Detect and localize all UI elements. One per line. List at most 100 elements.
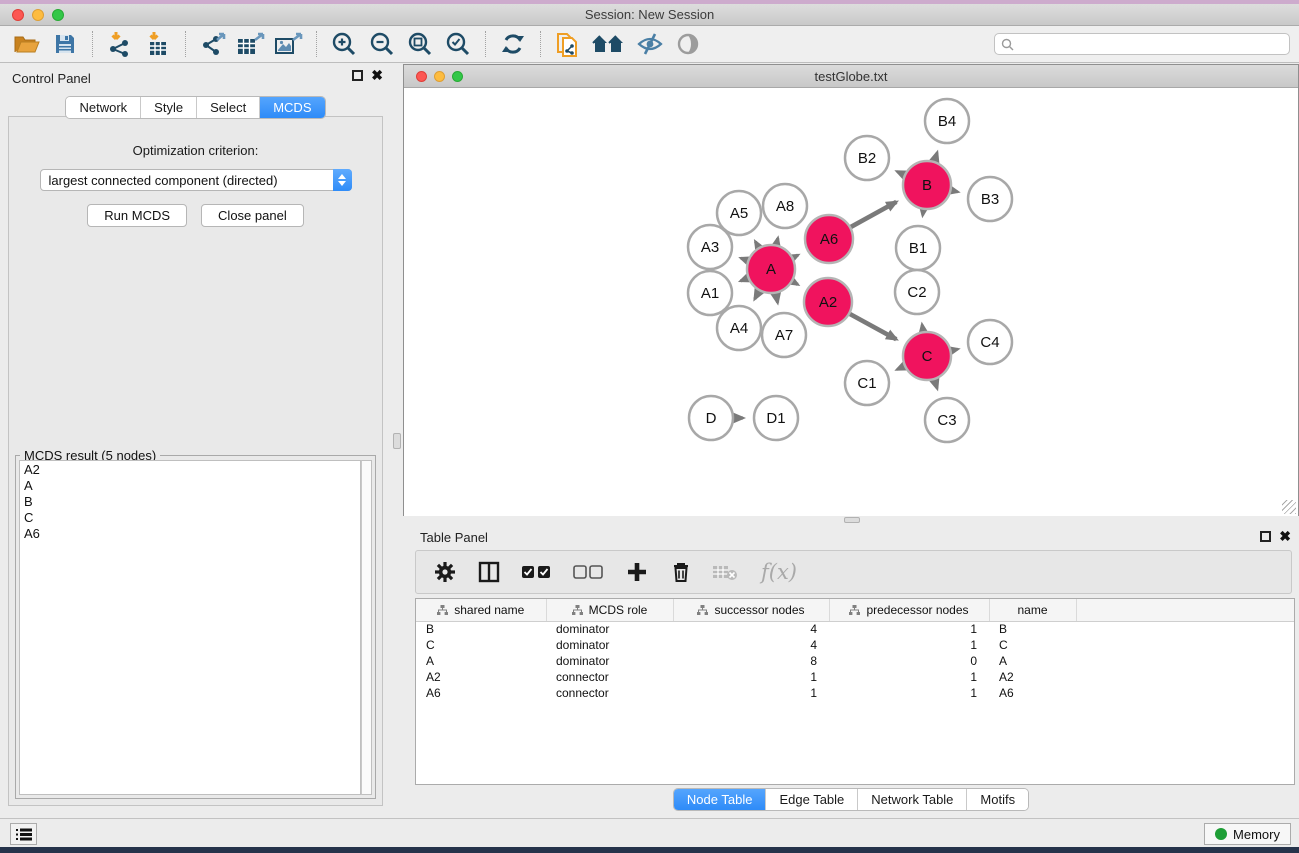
select-all-columns-button[interactable] [518,557,556,587]
network-graph[interactable]: B4B2BB3A5A8A6B1A3AC2A1A2A4A7C4CC1C3DD1 [404,88,1298,516]
graph-node-B3[interactable]: B3 [968,177,1012,221]
column-header[interactable]: name [989,599,1076,621]
graph-edge-A-A7[interactable] [776,294,778,303]
network-window-titlebar[interactable]: testGlobe.txt [404,65,1298,88]
minimize-network-button[interactable] [434,71,445,82]
zoom-selected-button[interactable] [441,29,475,59]
zoom-window-button[interactable] [52,9,64,21]
horizontal-split-divider[interactable] [403,516,1299,524]
memory-button[interactable]: Memory [1204,823,1291,845]
table-cell[interactable]: dominator [546,621,673,637]
column-header[interactable]: predecessor nodes [829,599,989,621]
graph-node-A2[interactable]: A2 [804,278,852,326]
divider-handle[interactable] [393,433,401,449]
graph-node-B[interactable]: B [903,161,951,209]
tab-network-table[interactable]: Network Table [857,789,966,810]
graph-node-C3[interactable]: C3 [925,398,969,442]
graph-edge-A-A4[interactable] [755,291,759,299]
graph-node-A1[interactable]: A1 [688,271,732,315]
table-cell[interactable]: 8 [673,653,829,669]
refresh-layout-button[interactable] [496,29,530,59]
task-history-button[interactable] [10,823,37,845]
zoom-network-button[interactable] [452,71,463,82]
show-panel-button[interactable] [671,29,705,59]
table-cell[interactable]: B [416,621,546,637]
table-cell[interactable]: connector [546,685,673,701]
show-columns-button[interactable] [474,557,504,587]
graph-node-C4[interactable]: C4 [968,320,1012,364]
function-builder-button[interactable]: f(x) [754,557,804,587]
graph-edge-A-A2[interactable] [793,282,798,285]
table-cell[interactable]: 4 [673,637,829,653]
graph-edge-A-A3[interactable] [741,258,747,260]
graph-edge-B-B4[interactable] [934,152,937,161]
mcds-result-list[interactable]: A2ABCA6 [19,460,361,795]
node-table[interactable]: shared nameMCDS rolesuccessor nodesprede… [415,598,1295,785]
criterion-dropdown[interactable]: largest connected component (directed) [40,169,352,191]
mcds-result-item[interactable]: A6 [20,526,360,542]
search-input[interactable] [1019,37,1283,51]
graph-node-C[interactable]: C [903,332,951,380]
table-row[interactable]: A2connector11A2 [416,669,1294,685]
graph-edge-B-B1[interactable] [923,210,924,216]
table-body[interactable]: Bdominator41BCdominator41CAdominator80AA… [416,621,1294,701]
table-cell[interactable]: 1 [673,685,829,701]
graph-node-A6[interactable]: A6 [805,215,853,263]
table-options-button[interactable] [430,557,460,587]
graph-node-A[interactable]: A [747,245,795,293]
graph-node-A8[interactable]: A8 [763,184,807,228]
export-network-button[interactable] [196,29,230,59]
graph-edge-C-C3[interactable] [934,380,937,389]
open-session-button[interactable] [10,29,44,59]
table-cell[interactable]: dominator [546,637,673,653]
graph-node-B4[interactable]: B4 [925,99,969,143]
tab-node-table[interactable]: Node Table [674,789,766,810]
table-cell[interactable]: A6 [416,685,546,701]
tab-select[interactable]: Select [196,97,259,118]
export-image-button[interactable] [272,29,306,59]
window-resize-grip[interactable] [1282,500,1296,514]
table-cell[interactable]: A2 [989,669,1076,685]
table-cell[interactable]: A6 [989,685,1076,701]
tab-mcds[interactable]: MCDS [259,97,324,118]
minimize-window-button[interactable] [32,9,44,21]
graph-edge-A2-C[interactable] [850,314,896,339]
graph-node-D[interactable]: D [689,396,733,440]
zoom-fit-button[interactable] [403,29,437,59]
graph-edge-B-B3[interactable] [951,190,957,191]
tab-style[interactable]: Style [140,97,196,118]
graph-node-D1[interactable]: D1 [754,396,798,440]
table-cell[interactable]: 1 [673,669,829,685]
vertical-split-divider[interactable] [391,63,403,818]
table-cell[interactable]: dominator [546,653,673,669]
mcds-result-item[interactable]: B [20,494,360,510]
graph-node-B1[interactable]: B1 [896,226,940,270]
column-header[interactable]: MCDS role [546,599,673,621]
save-session-button[interactable] [48,29,82,59]
table-cell[interactable]: 4 [673,621,829,637]
import-table-button[interactable] [141,29,175,59]
table-cell[interactable]: A [989,653,1076,669]
delete-table-button[interactable] [710,557,740,587]
clone-network-button[interactable] [551,29,585,59]
graph-edge-A-A5[interactable] [755,242,758,248]
home-button[interactable] [589,29,629,59]
table-header-row[interactable]: shared nameMCDS rolesuccessor nodesprede… [416,599,1294,621]
graph-edge-C-C1[interactable] [897,366,904,369]
zoom-in-button[interactable] [327,29,361,59]
table-cell[interactable]: 1 [829,637,989,653]
table-cell[interactable]: C [989,637,1076,653]
float-panel-icon[interactable] [352,70,363,81]
tab-edge-table[interactable]: Edge Table [765,789,857,810]
graph-node-A7[interactable]: A7 [762,313,806,357]
column-header[interactable]: shared name [416,599,546,621]
network-canvas[interactable]: B4B2BB3A5A8A6B1A3AC2A1A2A4A7C4CC1C3DD1 [404,88,1298,516]
close-panel-icon[interactable]: ✖ [371,70,383,81]
graph-edge-C-C2[interactable] [922,325,923,332]
graph-edge-A-A6[interactable] [793,255,798,257]
table-row[interactable]: Adominator80A [416,653,1294,669]
zoom-out-button[interactable] [365,29,399,59]
mcds-list-scrollbar[interactable] [361,460,372,795]
graph-edge-C-C4[interactable] [951,349,957,350]
unselect-all-columns-button[interactable] [570,557,608,587]
